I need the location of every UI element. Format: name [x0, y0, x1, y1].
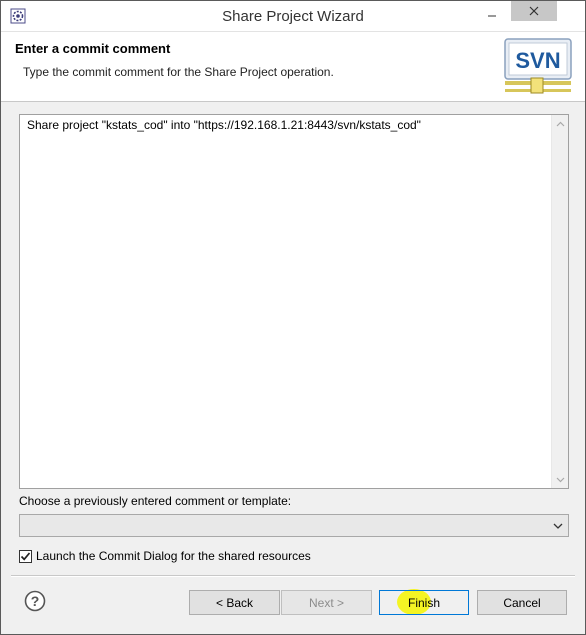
- cancel-button[interactable]: Cancel: [477, 590, 567, 615]
- page-title: Enter a commit comment: [15, 41, 171, 56]
- chevron-down-icon: [553, 523, 563, 529]
- finish-button-label: Finish: [407, 595, 440, 610]
- wizard-header: Enter a commit comment Type the commit c…: [1, 32, 585, 102]
- template-dropdown[interactable]: [19, 514, 569, 537]
- title-bar: Share Project Wizard: [1, 1, 585, 32]
- back-button[interactable]: < Back: [189, 590, 280, 615]
- svg-text:?: ?: [31, 593, 40, 609]
- template-label: Choose a previously entered comment or t…: [19, 494, 292, 508]
- commit-comment-textarea[interactable]: Share project "kstats_cod" into "https:/…: [19, 114, 569, 489]
- comment-vertical-scrollbar[interactable]: [551, 115, 568, 488]
- share-project-wizard-window: Share Project Wizard Enter a commit comm…: [0, 0, 586, 635]
- close-button[interactable]: [511, 1, 557, 21]
- svn-logo-text: SVN: [515, 48, 560, 73]
- next-button-label: Next >: [308, 595, 344, 610]
- page-description: Type the commit comment for the Share Pr…: [23, 65, 334, 79]
- scroll-up-arrow[interactable]: [552, 115, 568, 132]
- finish-button[interactable]: Finish: [379, 590, 469, 615]
- close-icon: [529, 6, 539, 16]
- help-icon: ?: [24, 590, 46, 612]
- scroll-down-arrow[interactable]: [552, 471, 568, 488]
- chevron-down-icon: [556, 477, 564, 482]
- launch-commit-dialog-label[interactable]: Launch the Commit Dialog for the shared …: [36, 549, 311, 563]
- checkmark-icon: [20, 551, 31, 561]
- svn-logo: SVN: [503, 37, 575, 97]
- launch-commit-dialog-option[interactable]: Launch the Commit Dialog for the shared …: [19, 548, 311, 564]
- help-button[interactable]: ?: [24, 590, 46, 612]
- next-button: Next >: [281, 590, 372, 615]
- cancel-button-label: Cancel: [503, 595, 541, 610]
- launch-commit-dialog-checkbox[interactable]: [19, 549, 32, 563]
- minimize-icon: [488, 15, 496, 17]
- footer-separator: [11, 575, 575, 577]
- back-button-label: < Back: [215, 595, 254, 610]
- minimize-button[interactable]: [481, 5, 503, 25]
- commit-comment-text[interactable]: Share project "kstats_cod" into "https:/…: [27, 118, 421, 132]
- chevron-up-icon: [556, 121, 564, 126]
